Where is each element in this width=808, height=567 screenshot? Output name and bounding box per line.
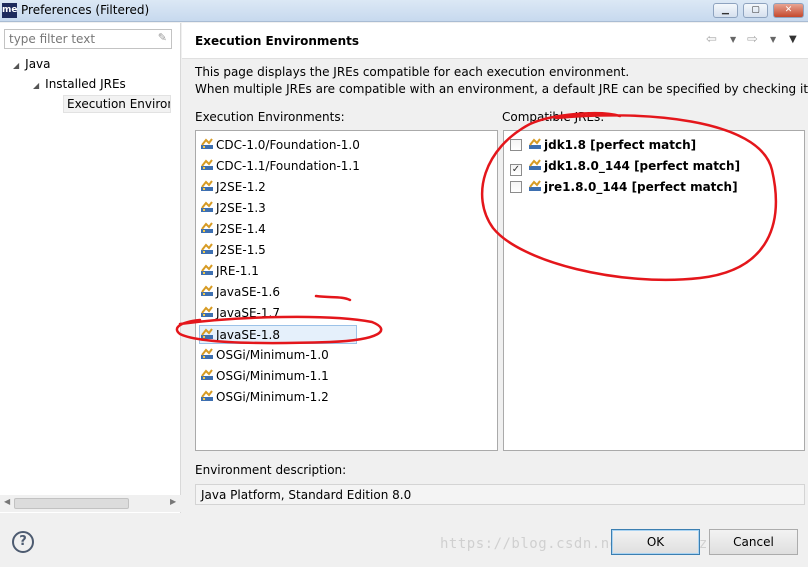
jre-icon bbox=[528, 179, 542, 191]
close-icon: ✕ bbox=[784, 5, 793, 15]
compatible-jres-label: Compatible JREs: bbox=[502, 110, 605, 124]
page-description-line2: When multiple JREs are compatible with a… bbox=[195, 82, 808, 96]
environment-list-item[interactable]: JRE-1.1 bbox=[200, 262, 259, 281]
environment-list-item[interactable]: JavaSE-1.7 bbox=[200, 304, 280, 323]
back-menu-icon[interactable]: ▼ bbox=[730, 35, 736, 44]
back-icon[interactable]: ⇦ bbox=[706, 32, 717, 47]
minimize-button[interactable]: ▁ bbox=[713, 3, 738, 18]
environment-icon bbox=[200, 305, 214, 317]
tree-item-label: Java bbox=[25, 57, 51, 71]
environment-icon bbox=[200, 158, 214, 170]
window-title: Preferences (Filtered) bbox=[21, 3, 150, 17]
environment-list-item[interactable]: OSGi/Minimum-1.0 bbox=[200, 346, 329, 365]
page-title: Execution Environments bbox=[195, 34, 359, 48]
tree-item-execution-environments[interactable]: Execution Environments bbox=[63, 95, 171, 113]
environment-icon bbox=[200, 347, 214, 359]
scroll-right-icon[interactable]: ▶ bbox=[170, 497, 176, 506]
jre-label: jdk1.8 [perfect match] bbox=[544, 138, 697, 152]
environment-label: J2SE-1.4 bbox=[216, 222, 266, 236]
environment-icon bbox=[200, 200, 214, 212]
environment-label: JavaSE-1.8 bbox=[216, 328, 280, 342]
page-header: Execution Environments ⇦ ▼ ⇨ ▼ ▼ bbox=[182, 23, 808, 59]
forward-icon[interactable]: ⇨ bbox=[747, 32, 758, 47]
app-icon: me bbox=[2, 3, 17, 18]
environment-icon bbox=[200, 137, 214, 149]
maximize-button[interactable]: ▢ bbox=[743, 3, 768, 18]
environment-list-item[interactable]: J2SE-1.4 bbox=[200, 220, 266, 239]
environment-label: CDC-1.1/Foundation-1.1 bbox=[216, 159, 360, 173]
jre-label: jre1.8.0_144 [perfect match] bbox=[544, 180, 738, 194]
clear-filter-icon[interactable]: ✎ bbox=[158, 31, 167, 44]
environment-description-value: Java Platform, Standard Edition 8.0 bbox=[201, 488, 412, 502]
jre-icon bbox=[528, 137, 542, 149]
filter-placeholder: type filter text bbox=[9, 32, 96, 46]
jre-checkbox[interactable]: ✓ bbox=[510, 164, 522, 176]
environment-label: J2SE-1.5 bbox=[216, 243, 266, 257]
cancel-button[interactable]: Cancel bbox=[709, 529, 798, 555]
environment-label: J2SE-1.3 bbox=[216, 201, 266, 215]
environment-label: CDC-1.0/Foundation-1.0 bbox=[216, 138, 360, 152]
environment-label: OSGi/Minimum-1.0 bbox=[216, 348, 329, 362]
forward-menu-icon[interactable]: ▼ bbox=[770, 35, 776, 44]
environment-label: JavaSE-1.7 bbox=[216, 306, 280, 320]
title-bar: me Preferences (Filtered) ▁ ▢ ✕ bbox=[0, 0, 808, 22]
horizontal-scrollbar[interactable]: ◀ ▶ bbox=[0, 495, 181, 512]
expand-arrow-icon[interactable]: ◢ bbox=[33, 81, 39, 90]
jre-checkbox[interactable] bbox=[510, 181, 522, 193]
jre-list-item[interactable]: jre1.8.0_144 [perfect match] bbox=[510, 178, 738, 197]
environment-icon bbox=[200, 221, 214, 233]
environment-icon bbox=[200, 284, 214, 296]
environment-label: OSGi/Minimum-1.2 bbox=[216, 390, 329, 404]
jre-checkbox[interactable] bbox=[510, 139, 522, 151]
environment-icon bbox=[200, 368, 214, 380]
environment-list-item[interactable]: CDC-1.0/Foundation-1.0 bbox=[200, 136, 360, 155]
watermark: https://blog.csdn.net/jinglinzhu123 bbox=[440, 536, 753, 552]
view-menu-icon[interactable]: ▼ bbox=[789, 34, 797, 45]
environment-label: JavaSE-1.6 bbox=[216, 285, 280, 299]
minimize-icon: ▁ bbox=[722, 5, 729, 15]
page-description-line1: This page displays the JREs compatible f… bbox=[195, 65, 630, 79]
tree-item-label: Installed JREs bbox=[45, 77, 126, 91]
environments-label: Execution Environments: bbox=[195, 110, 345, 124]
filter-input[interactable]: type filter text ✎ bbox=[4, 29, 172, 49]
expand-arrow-icon[interactable]: ◢ bbox=[13, 61, 19, 70]
scrollbar-thumb[interactable] bbox=[14, 498, 129, 509]
environment-icon bbox=[200, 389, 214, 401]
environment-label: J2SE-1.2 bbox=[216, 180, 266, 194]
scroll-left-icon[interactable]: ◀ bbox=[4, 497, 10, 506]
environment-list-item[interactable]: OSGi/Minimum-1.2 bbox=[200, 388, 329, 407]
ok-button[interactable]: OK bbox=[611, 529, 700, 555]
environment-label: JRE-1.1 bbox=[216, 264, 259, 278]
jre-icon bbox=[528, 158, 542, 170]
tree-item-java[interactable]: ◢ Java bbox=[13, 57, 51, 71]
environment-list-item[interactable]: J2SE-1.5 bbox=[200, 241, 266, 260]
environment-list-item[interactable]: JavaSE-1.6 bbox=[200, 283, 280, 302]
environment-icon bbox=[200, 327, 214, 339]
environment-icon bbox=[200, 263, 214, 275]
environment-icon bbox=[200, 179, 214, 191]
environment-label: OSGi/Minimum-1.1 bbox=[216, 369, 329, 383]
environment-list-item[interactable]: J2SE-1.3 bbox=[200, 199, 266, 218]
preference-page: Execution Environments ⇦ ▼ ⇨ ▼ ▼ This pa… bbox=[182, 23, 808, 513]
environment-list-item[interactable]: OSGi/Minimum-1.1 bbox=[200, 367, 329, 386]
close-button[interactable]: ✕ bbox=[773, 3, 804, 18]
jre-list-item[interactable]: ✓ jdk1.8.0_144 [perfect match] bbox=[510, 157, 740, 176]
environments-list[interactable]: CDC-1.0/Foundation-1.0 CDC-1.1/Foundation… bbox=[195, 130, 498, 451]
environment-list-item[interactable]: J2SE-1.2 bbox=[200, 178, 266, 197]
dialog-button-bar: ? https://blog.csdn.net/jinglinzhu123 OK… bbox=[0, 514, 808, 567]
environment-description-field: Java Platform, Standard Edition 8.0 bbox=[195, 484, 805, 505]
maximize-icon: ▢ bbox=[751, 5, 760, 15]
help-icon[interactable]: ? bbox=[12, 531, 34, 553]
tree-item-installed-jres[interactable]: ◢ Installed JREs bbox=[33, 77, 126, 91]
environment-description-label: Environment description: bbox=[195, 463, 347, 477]
compatible-jres-list[interactable]: jdk1.8 [perfect match] ✓ jdk1.8.0_144 [per… bbox=[503, 130, 805, 451]
tree-item-label: Execution Environments bbox=[67, 97, 170, 111]
environment-list-item[interactable]: JavaSE-1.8 bbox=[199, 325, 357, 344]
environment-list-item[interactable]: CDC-1.1/Foundation-1.1 bbox=[200, 157, 360, 176]
jre-list-item[interactable]: jdk1.8 [perfect match] bbox=[510, 136, 696, 155]
jre-label: jdk1.8.0_144 [perfect match] bbox=[544, 159, 741, 173]
environment-icon bbox=[200, 242, 214, 254]
preference-tree-pane: type filter text ✎ ◢ Java ◢ Installed JREs… bbox=[0, 23, 181, 513]
